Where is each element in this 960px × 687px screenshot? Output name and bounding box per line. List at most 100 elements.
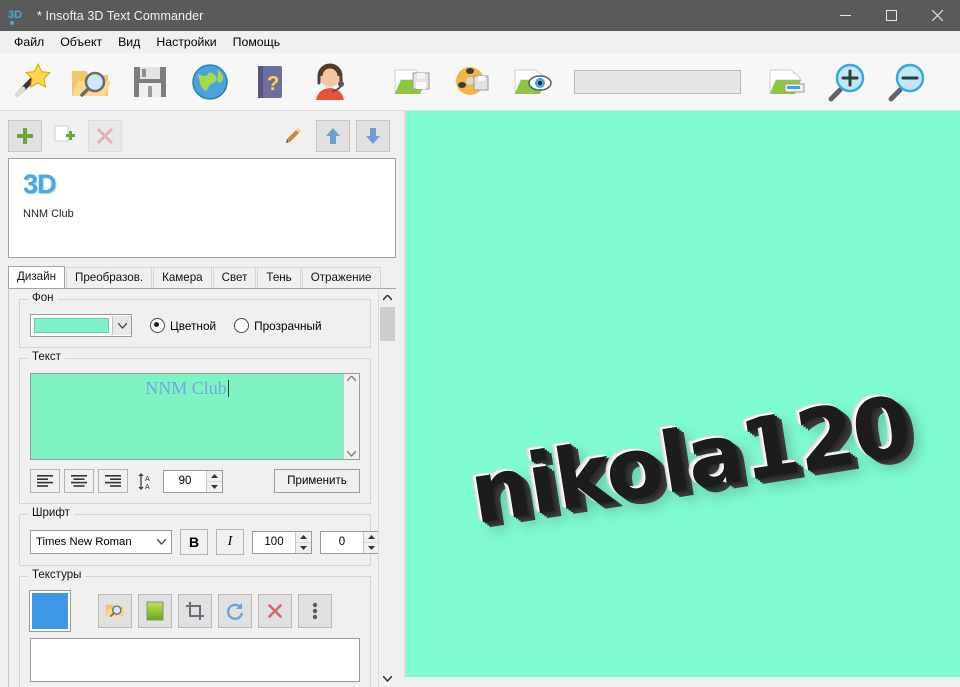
stepper-down-icon[interactable] xyxy=(296,541,311,553)
apply-button[interactable]: Применить xyxy=(274,469,360,493)
support-button[interactable] xyxy=(300,56,360,108)
menu-object[interactable]: Объект xyxy=(52,32,110,52)
window-controls xyxy=(822,0,960,31)
panel-scrollbar[interactable] xyxy=(378,289,396,687)
texture-more-button[interactable] xyxy=(298,594,332,628)
close-button[interactable] xyxy=(914,0,960,31)
svg-text:A: A xyxy=(145,484,150,490)
menu-view[interactable]: Вид xyxy=(110,32,148,52)
stepper-up-icon[interactable] xyxy=(207,470,222,481)
align-center-button[interactable] xyxy=(64,469,94,493)
texture-refresh-button[interactable] xyxy=(218,594,252,628)
tab-shadow[interactable]: Тень xyxy=(257,267,301,288)
background-color-combo[interactable] xyxy=(30,314,132,337)
text-tools-row: A A Применить xyxy=(30,469,360,493)
main-body: 3D NNM Club Дизайн Преобразов. Камера Св… xyxy=(0,111,960,687)
texture-crop-button[interactable] xyxy=(178,594,212,628)
stepper-down-icon[interactable] xyxy=(364,541,379,553)
move-up-button[interactable] xyxy=(316,120,350,152)
object-thumbnail: 3D xyxy=(23,169,57,199)
stepper-up-icon[interactable] xyxy=(364,531,379,542)
font-size-input[interactable] xyxy=(253,531,295,553)
zoom-in-button[interactable] xyxy=(817,56,877,108)
menu-bar: Файл Объект Вид Настройки Помощь xyxy=(0,31,960,53)
toolbar-text-field[interactable] xyxy=(574,69,741,94)
move-down-button[interactable] xyxy=(356,120,390,152)
text-input-area[interactable]: NNM Club xyxy=(31,374,343,459)
texture-delete-button[interactable] xyxy=(258,594,292,628)
maximize-button[interactable] xyxy=(868,0,914,31)
tab-transform[interactable]: Преобразов. xyxy=(65,267,153,288)
object-label: NNM Club xyxy=(23,208,74,220)
texture-list[interactable] xyxy=(30,638,360,682)
design-panel-content: Фон Цветной Прозрачный Текст NNM Club A … xyxy=(9,289,379,687)
duplicate-object-button[interactable] xyxy=(48,120,82,152)
svg-text:A: A xyxy=(145,476,150,483)
save-image-button[interactable] xyxy=(382,56,442,108)
scroll-down-button[interactable] xyxy=(379,670,396,687)
line-spacing-input[interactable] xyxy=(164,470,206,492)
bold-button[interactable]: B xyxy=(180,529,208,555)
open-project-button[interactable] xyxy=(60,56,120,108)
font-extra-stepper[interactable] xyxy=(320,530,379,554)
line-spacing-stepper[interactable] xyxy=(163,469,223,493)
line-spacing-icon: A A xyxy=(138,472,156,490)
export-icon xyxy=(769,69,805,94)
text-input-content: NNM Club xyxy=(31,378,343,399)
radio-indicator xyxy=(150,318,165,333)
crop-icon xyxy=(186,602,204,620)
font-group-title: Шрифт xyxy=(28,507,74,519)
red-x-icon xyxy=(97,128,113,144)
chevron-down-icon[interactable] xyxy=(152,532,171,552)
background-option-color[interactable]: Цветной xyxy=(150,318,216,333)
app-3d-icon: 3D xyxy=(8,6,30,26)
web-button[interactable] xyxy=(180,56,240,108)
edit-object-button[interactable] xyxy=(276,120,310,152)
add-object-button[interactable] xyxy=(8,120,42,152)
texture-color-swatch[interactable] xyxy=(29,590,71,632)
italic-button[interactable]: I xyxy=(216,529,244,555)
save-project-button[interactable] xyxy=(120,56,180,108)
stepper-buttons[interactable] xyxy=(295,531,311,553)
help-button[interactable]: ? xyxy=(240,56,300,108)
chevron-down-icon[interactable] xyxy=(112,316,131,335)
texture-gradient-button[interactable] xyxy=(138,594,172,628)
object-order-buttons xyxy=(276,120,396,152)
stepper-down-icon[interactable] xyxy=(207,480,222,492)
tab-camera[interactable]: Камера xyxy=(153,267,212,288)
background-group-title: Фон xyxy=(28,292,58,304)
scrollbar-thumb[interactable] xyxy=(380,307,395,341)
font-family-combo[interactable]: Times New Roman xyxy=(30,530,172,554)
align-right-button[interactable] xyxy=(98,469,128,493)
menu-file[interactable]: Файл xyxy=(6,32,52,52)
object-toolbar xyxy=(0,111,404,156)
preview-eye-icon xyxy=(514,69,552,94)
text-scrollbar[interactable] xyxy=(343,374,359,459)
list-item[interactable]: 3D NNM Club xyxy=(9,159,133,220)
save-animation-button[interactable] xyxy=(442,56,502,108)
minimize-button[interactable] xyxy=(822,0,868,31)
font-size-stepper[interactable] xyxy=(252,530,312,554)
tab-light[interactable]: Свет xyxy=(212,267,257,288)
new-wizard-button[interactable] xyxy=(0,56,60,108)
preview-button[interactable] xyxy=(502,56,562,108)
stepper-up-icon[interactable] xyxy=(296,531,311,542)
stepper-buttons[interactable] xyxy=(206,470,222,492)
stepper-buttons[interactable] xyxy=(363,531,379,553)
tab-design[interactable]: Дизайн xyxy=(8,266,65,288)
text-editor[interactable]: NNM Club xyxy=(30,373,360,460)
align-left-icon xyxy=(37,475,53,487)
menu-settings[interactable]: Настройки xyxy=(148,32,224,52)
tab-reflection[interactable]: Отражение xyxy=(301,267,381,288)
preview-canvas[interactable]: nikola120 xyxy=(406,111,960,677)
align-left-button[interactable] xyxy=(30,469,60,493)
export-button[interactable] xyxy=(757,56,817,108)
texture-browse-button[interactable] xyxy=(98,594,132,628)
background-option-transparent[interactable]: Прозрачный xyxy=(234,318,322,333)
menu-help[interactable]: Помощь xyxy=(225,32,289,52)
scroll-up-button[interactable] xyxy=(379,289,396,306)
delete-object-button[interactable] xyxy=(88,120,122,152)
zoom-out-button[interactable] xyxy=(877,56,937,108)
font-extra-input[interactable] xyxy=(321,531,363,553)
object-list[interactable]: 3D NNM Club xyxy=(8,158,396,258)
